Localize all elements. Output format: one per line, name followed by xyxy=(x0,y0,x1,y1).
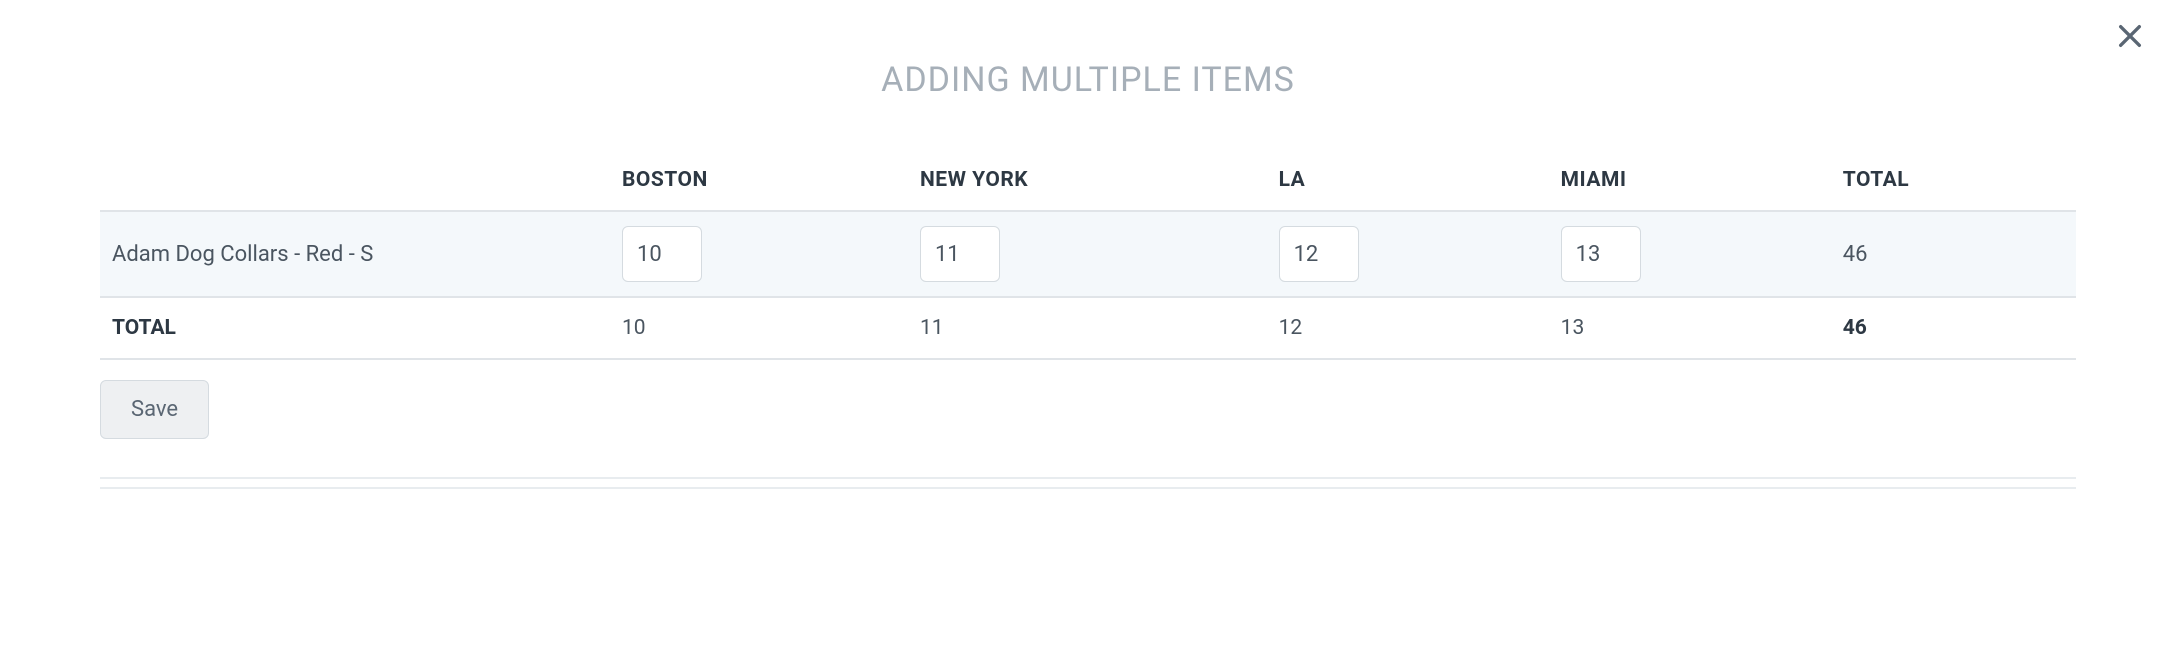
total-row: TOTAL 10 11 12 13 46 xyxy=(100,297,2076,359)
total-label: TOTAL xyxy=(100,297,610,359)
total-boston: 10 xyxy=(610,297,908,359)
qty-input-la[interactable] xyxy=(1279,226,1359,282)
col-la: LA xyxy=(1267,150,1549,211)
col-new-york: NEW YORK xyxy=(908,150,1267,211)
row-total: 46 xyxy=(1831,211,2076,297)
col-miami: MIAMI xyxy=(1549,150,1831,211)
items-table: BOSTON NEW YORK LA MIAMI TOTAL Adam Dog … xyxy=(100,150,2076,360)
col-total: TOTAL xyxy=(1831,150,2076,211)
table-row: Adam Dog Collars - Red - S 46 xyxy=(100,211,2076,297)
total-miami: 13 xyxy=(1549,297,1831,359)
qty-input-miami[interactable] xyxy=(1561,226,1641,282)
qty-input-boston[interactable] xyxy=(622,226,702,282)
item-name: Adam Dog Collars - Red - S xyxy=(100,211,610,297)
close-icon[interactable] xyxy=(2114,20,2146,52)
save-button[interactable]: Save xyxy=(100,380,209,439)
add-items-modal: ADDING MULTIPLE ITEMS BOSTON NEW YORK LA… xyxy=(0,0,2176,658)
total-new-york: 11 xyxy=(908,297,1267,359)
table-header-row: BOSTON NEW YORK LA MIAMI TOTAL xyxy=(100,150,2076,211)
modal-title: ADDING MULTIPLE ITEMS xyxy=(100,60,2076,100)
divider xyxy=(100,477,2076,489)
grand-total: 46 xyxy=(1831,297,2076,359)
col-item xyxy=(100,150,610,211)
col-boston: BOSTON xyxy=(610,150,908,211)
qty-input-new-york[interactable] xyxy=(920,226,1000,282)
total-la: 12 xyxy=(1267,297,1549,359)
